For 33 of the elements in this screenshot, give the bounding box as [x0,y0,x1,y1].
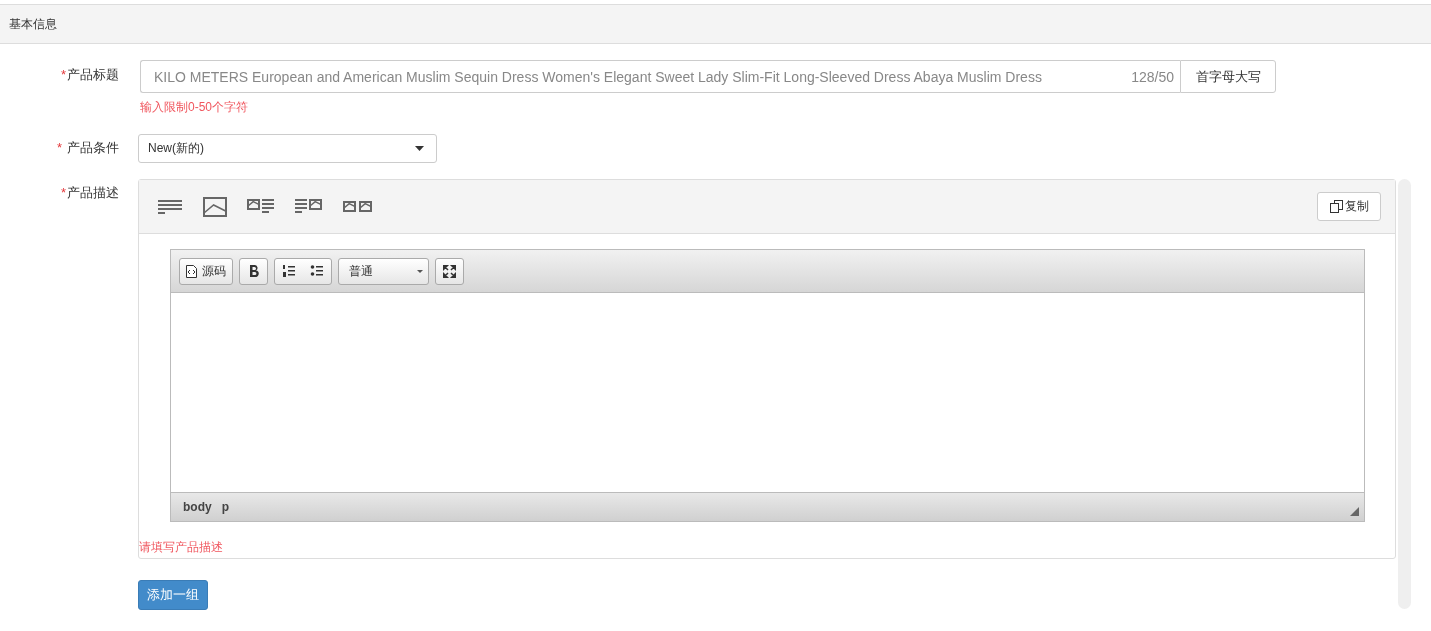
char-counter: 128/50 [1131,68,1174,85]
fullscreen-button[interactable] [435,257,464,285]
section-header: 基本信息 [0,4,1431,44]
source-button[interactable]: 源码 [179,257,233,285]
source-code-icon [186,264,197,278]
caret-icon [417,269,423,273]
required-mark: * [60,185,66,200]
required-mark: * [56,140,62,155]
format-select[interactable]: 普通 [338,257,429,285]
text-layout-icon[interactable] [158,198,183,215]
caret-icon [415,146,424,151]
add-group-button[interactable]: 添加一组 [138,580,208,610]
copy-icon [1329,200,1343,213]
bold-icon [248,265,259,277]
path-item[interactable]: body [183,500,212,514]
title-field[interactable]: KILO METERS European and American Muslim Sequin Dress Women's Elegant Sweet Lady Slim-Fit Long-Sleeved Dress Abaya Muslim Dress 128/50 [140,60,1180,93]
image-layout-icon[interactable] [203,196,227,217]
two-images-layout-icon[interactable] [343,200,373,213]
field-label: 产品描述 [67,185,119,200]
path-item[interactable]: p [221,500,229,514]
bold-button[interactable] [239,257,268,285]
required-mark: * [60,67,66,82]
copy-button[interactable]: 复制 [1317,192,1381,221]
condition-select[interactable]: New(新的) [138,134,437,163]
hint-text: 输入限制0-50个字符 [140,99,250,116]
text-image-layout-icon[interactable] [295,198,323,215]
image-text-layout-icon[interactable] [247,198,275,215]
capitalize-button[interactable]: 首字母大写 [1180,60,1276,93]
fullscreen-icon [443,264,456,278]
error-text: 请填写产品描述 [139,539,224,556]
field-label: 产品标题 [67,67,119,82]
resize-grip-icon[interactable] [1350,507,1359,516]
field-label: 产品条件 [67,140,119,155]
